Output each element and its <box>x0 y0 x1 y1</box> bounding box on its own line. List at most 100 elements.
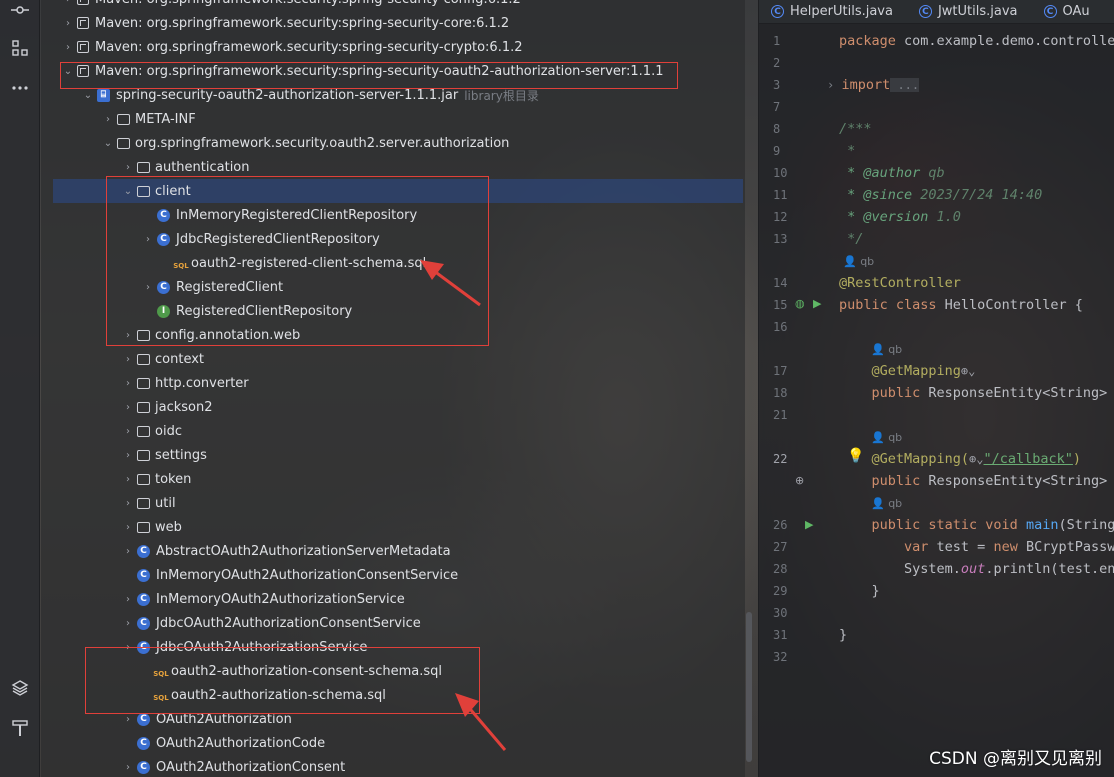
line-number: 10 <box>773 166 788 180</box>
build-icon[interactable] <box>8 716 32 740</box>
tree-item[interactable]: › settings <box>41 443 745 467</box>
chevron-down-icon[interactable]: ⌄ <box>101 138 115 149</box>
folder-icon <box>117 137 130 149</box>
chevron-right-icon[interactable]: › <box>121 522 135 533</box>
line-number: 28 <box>773 562 788 576</box>
folder-icon <box>137 401 150 413</box>
tab-jwtutils[interactable]: C JwtUtils.java <box>907 4 1032 19</box>
folder-icon <box>137 161 150 173</box>
chevron-right-icon[interactable]: › <box>121 498 135 509</box>
tree-item-label: web <box>155 519 182 535</box>
archive-icon: ⌸ <box>97 88 110 102</box>
annotation-arrow-2 <box>455 693 507 751</box>
folder-icon <box>137 377 150 389</box>
line-number: 1 <box>773 34 781 48</box>
tree-item[interactable]: › C JdbcOAuth2AuthorizationConsentService <box>41 611 745 635</box>
chevron-right-icon[interactable]: › <box>61 42 75 53</box>
class-icon: C <box>1043 5 1057 18</box>
class-icon: C <box>137 712 150 726</box>
tab-helperutils[interactable]: C HelperUtils.java <box>759 4 907 19</box>
tree-item[interactable]: › C AbstractOAuth2AuthorizationServerMetad… <box>41 539 745 563</box>
chevron-down-icon[interactable]: ⌄ <box>81 90 95 101</box>
code-line: */ <box>839 231 864 247</box>
tree-item[interactable]: › oidc <box>41 419 745 443</box>
lightbulb-icon[interactable]: 💡 <box>847 448 864 464</box>
tree-item[interactable]: › web <box>41 515 745 539</box>
tab-oauth[interactable]: C OAu <box>1032 4 1104 19</box>
chevron-right-icon[interactable]: › <box>121 546 135 557</box>
left-toolbar <box>0 0 40 777</box>
bean-icon[interactable]: ◍ <box>795 297 805 310</box>
tree-item-label: token <box>155 471 192 487</box>
tree-item[interactable]: C OAuth2AuthorizationCode <box>41 731 745 755</box>
tree-item-label: OAuth2AuthorizationCode <box>156 735 326 751</box>
chevron-right-icon[interactable]: › <box>121 474 135 485</box>
chevron-right-icon[interactable]: › <box>121 594 135 605</box>
folder-icon <box>137 353 150 365</box>
tree-item[interactable]: C InMemoryOAuth2AuthorizationConsentServi… <box>41 563 745 587</box>
chevron-right-icon[interactable]: › <box>121 162 135 173</box>
run-icon[interactable]: ▶ <box>813 297 821 310</box>
tree-item[interactable]: › context <box>41 347 745 371</box>
usage-hint: 👤 qb <box>871 342 903 356</box>
tree-item[interactable]: › token <box>41 467 745 491</box>
chevron-right-icon[interactable]: › <box>121 426 135 437</box>
tree-item[interactable]: › META-INF <box>41 107 745 131</box>
chevron-right-icon[interactable]: › <box>101 114 115 125</box>
line-number <box>759 492 831 514</box>
line-number: 27 <box>773 540 788 554</box>
tree-item-label: spring-security-oauth2-authorization-ser… <box>116 87 459 103</box>
line-number: 12 <box>773 210 788 224</box>
chevron-right-icon[interactable]: › <box>121 402 135 413</box>
chevron-right-icon[interactable]: › <box>121 714 135 725</box>
tree-item[interactable]: › C OAuth2AuthorizationConsent <box>41 755 745 777</box>
code-editor[interactable]: C HelperUtils.java C JwtUtils.java C OAu 12… <box>758 0 1114 777</box>
tree-item[interactable]: › http.converter <box>41 371 745 395</box>
code-line: public static void main (String <box>839 517 1114 533</box>
chevron-right-icon[interactable]: › <box>121 762 135 773</box>
library-icon <box>77 17 89 29</box>
chevron-right-icon[interactable]: › <box>121 354 135 365</box>
tree-item[interactable]: › C InMemoryOAuth2AuthorizationService <box>41 587 745 611</box>
chevron-right-icon[interactable]: › <box>61 18 75 29</box>
highlight-box-dependency <box>60 62 678 89</box>
line-number: 2 <box>773 56 781 70</box>
tree-item[interactable]: › Maven: org.springframework.security:spr… <box>41 11 745 35</box>
watermark: CSDN @离别又见离别 <box>929 749 1102 769</box>
line-number: 17 <box>773 364 788 378</box>
line-number <box>759 250 831 272</box>
tree-item[interactable]: › Maven: org.springframework.security:spr… <box>41 35 745 59</box>
layers-icon[interactable] <box>8 676 32 700</box>
tree-item[interactable]: › jackson2 <box>41 395 745 419</box>
chevron-right-icon[interactable]: › <box>121 378 135 389</box>
class-icon: C <box>137 736 150 750</box>
class-icon: C <box>137 760 150 774</box>
folder-icon <box>137 425 150 437</box>
structure-icon[interactable] <box>8 36 32 60</box>
run-main-icon[interactable]: ▶ <box>805 518 813 531</box>
tree-item-label: OAuth2AuthorizationConsent <box>156 759 346 775</box>
tree-item-label: org.springframework.security.oauth2.serv… <box>135 135 510 151</box>
chevron-right-icon[interactable]: › <box>61 0 75 5</box>
fold-arrow-icon[interactable]: › <box>827 78 841 92</box>
more-icon[interactable] <box>8 76 32 100</box>
code-line: public ResponseEntity<String> h <box>839 385 1114 401</box>
tree-item-label: context <box>155 351 204 367</box>
code-line: /*** <box>839 121 872 137</box>
commit-icon[interactable] <box>8 0 32 22</box>
web-endpoint-icon[interactable]: ⊕ <box>795 474 804 487</box>
tree-item[interactable]: › Maven: org.springframework.security:spr… <box>41 0 745 11</box>
chevron-right-icon[interactable]: › <box>121 450 135 461</box>
tree-item-label: META-INF <box>135 111 196 127</box>
tree-item[interactable]: ⌄ org.springframework.security.oauth2.ser… <box>41 131 745 155</box>
chevron-right-icon[interactable]: › <box>121 618 135 629</box>
tree-scrollbar[interactable] <box>746 612 752 762</box>
tree-item-label: settings <box>155 447 207 463</box>
line-number: 18 <box>773 386 788 400</box>
tree-item[interactable]: › util <box>41 491 745 515</box>
line-number: 9 <box>773 144 781 158</box>
class-icon: C <box>137 568 150 582</box>
tree-item-label: http.converter <box>155 375 249 391</box>
tree-item-hint: library根目录 <box>464 88 539 103</box>
class-icon: C <box>137 544 150 558</box>
